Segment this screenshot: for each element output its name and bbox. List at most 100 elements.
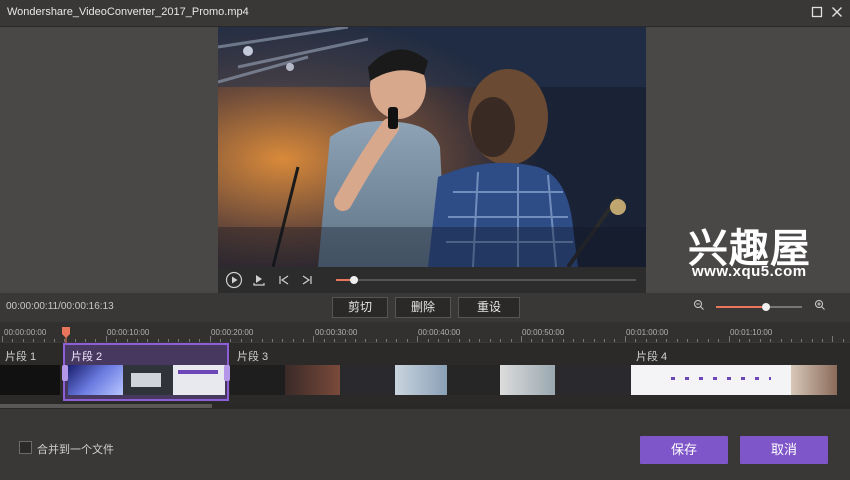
ruler-tick [33,339,35,342]
ruler-tick [500,339,502,342]
ruler-tick [728,336,730,342]
zoom-slider[interactable] [716,303,802,311]
cut-button[interactable]: 剪切 [332,297,388,318]
thumbnail [123,365,173,395]
ruler-label: 00:00:10:00 [107,328,150,337]
ruler-tick [645,339,647,342]
ruler-label: 00:00:40:00 [418,328,461,337]
ruler-tick [22,339,24,342]
playback-progress[interactable] [336,276,636,284]
ruler-tick [95,339,97,342]
ruler-label: 00:00:20:00 [211,328,254,337]
segment-label: 片段 3 [237,351,269,363]
segment-label: 片段 4 [636,351,668,363]
zoom-out-icon[interactable] [692,299,706,313]
timeline-ruler[interactable]: 00:00:00:00 00:00:10:00 00:00:20:00 00:0… [0,322,850,342]
playhead[interactable] [62,327,70,343]
ruler-tick [230,339,232,342]
ruler-tick [822,339,824,342]
ruler-tick [199,339,201,342]
segment-label: 片段 2 [71,351,103,363]
segment-label: 片段 1 [5,351,37,363]
ruler-tick [811,339,813,342]
ruler-tick [406,339,408,342]
ruler-tick [583,339,585,342]
thumbnail [0,365,60,395]
ruler-tick [655,339,657,342]
thumbnail [395,365,447,395]
ruler-tick [282,339,284,342]
ruler-tick [271,339,273,342]
ruler-label: 00:00:50:00 [522,328,565,337]
ruler-tick [738,339,740,342]
ruler-tick [635,339,637,342]
ruler-tick [489,339,491,342]
ruler-tick [479,339,481,342]
merge-checkbox[interactable] [19,441,32,454]
ruler-label: 00:01:10:00 [730,328,773,337]
timeline-scroll-thumb[interactable] [0,404,212,408]
thumbnail [447,365,500,395]
ruler-tick [157,339,159,342]
ruler-tick [240,339,242,342]
thumbnail [230,365,285,395]
ruler-tick [386,339,388,342]
reset-button[interactable]: 重设 [458,297,520,318]
ruler-tick [749,339,751,342]
play-icon[interactable] [225,271,243,289]
thumbnail [631,365,791,395]
segment-trim-handle-left[interactable] [62,365,68,381]
playback-progress-knob[interactable] [350,276,358,284]
next-frame-icon[interactable] [298,271,316,289]
ruler-tick [219,339,221,342]
ruler-tick [614,339,616,342]
ruler-tick [427,339,429,342]
ruler-tick [687,339,689,342]
dialog-footer: 合并到一个文件 保存 取消 [0,409,850,480]
ruler-tick [759,339,761,342]
ruler-tick [562,339,564,342]
thumbnail [285,365,340,395]
ruler-tick [437,339,439,342]
cancel-button[interactable]: 取消 [740,436,828,464]
ruler-tick [676,339,678,342]
save-button[interactable]: 保存 [640,436,728,464]
ruler-tick [105,336,107,342]
ruler-tick [770,339,772,342]
ruler-tick [572,339,574,342]
previous-frame-icon[interactable] [275,271,293,289]
ruler-tick [209,336,211,342]
ruler-tick [396,339,398,342]
ruler-tick [375,339,377,342]
ruler-label: 00:00:30:00 [315,328,358,337]
thumbnail [68,365,123,395]
ruler-tick [53,339,55,342]
zoom-in-icon[interactable] [813,299,827,313]
delete-button[interactable]: 删除 [395,297,451,318]
ruler-tick [334,339,336,342]
time-readout: 00:00:00:11/00:00:16:13 [6,301,114,312]
ruler-tick [136,339,138,342]
ruler-tick [666,339,668,342]
zoom-slider-knob[interactable] [761,303,770,311]
ruler-tick [344,339,346,342]
ruler-tick [251,339,253,342]
ruler-tick [354,339,356,342]
ruler-tick [531,339,533,342]
snapshot-icon[interactable] [250,271,268,289]
thumbnail [791,365,837,395]
ruler-tick [85,339,87,342]
ruler-tick [521,336,522,342]
thumbnail [340,365,395,395]
video-preview[interactable] [218,27,646,267]
edit-toolbar: 00:00:00:11/00:00:16:13 剪切 删除 重设 [0,293,850,321]
player-controls [218,267,646,293]
segments-track: 片段 1 片段 2 片段 3 片段 4 [0,343,850,403]
close-icon[interactable] [828,4,846,22]
segment-trim-handle-right[interactable] [224,365,230,381]
ruler-tick [624,336,626,342]
ruler-tick [12,339,14,342]
maximize-icon[interactable] [808,4,826,22]
ruler-tick [292,339,294,342]
ruler-label: 00:00:00:00 [4,328,47,337]
